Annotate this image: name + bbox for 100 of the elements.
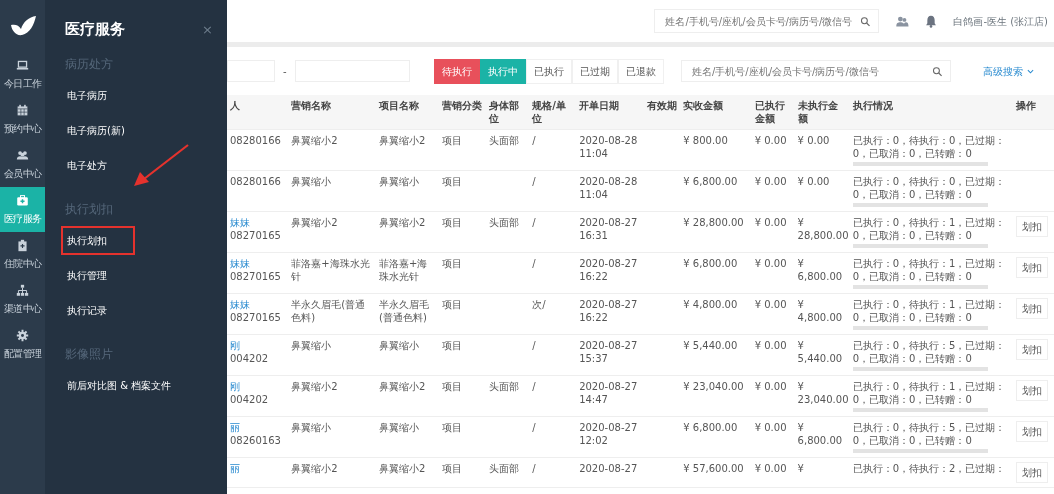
column-header: 规格/单位: [529, 95, 577, 130]
table-cell: 2020-08-27: [576, 457, 644, 488]
deduct-button[interactable]: 划扣: [1016, 298, 1049, 319]
menu-item[interactable]: 电子病历: [61, 80, 113, 110]
customer-number: 004202: [230, 352, 270, 365]
table-cell: 2020-08-27 15:37: [576, 334, 644, 376]
deduct-button[interactable]: 划扣: [1016, 257, 1049, 278]
table-cell: /: [529, 252, 577, 294]
menu-item[interactable]: 执行记录: [61, 295, 113, 325]
deduct-button[interactable]: 划扣: [1016, 421, 1049, 442]
hierarchy-icon: [16, 283, 29, 297]
sidebar-item[interactable]: 会员中心: [0, 142, 45, 187]
table-cell: /: [529, 416, 577, 458]
execution-status-text: 已执行：0，待执行：5，已过期：0，已取消：0，已转赠：0: [852, 339, 1007, 365]
customer-number: 08270165: [230, 229, 282, 242]
table-cell: 头面部: [486, 457, 530, 488]
table-cell: ¥ 0.00: [751, 375, 795, 417]
customer-name-link[interactable]: 丽: [230, 421, 286, 434]
table-cell: 2020-08-27 16:22: [576, 293, 644, 335]
table-cell: 鼻翼缩小: [288, 334, 377, 376]
table-cell: ¥ 0.00: [751, 211, 795, 253]
people-icon: [895, 14, 910, 28]
calendar-icon: [16, 103, 29, 117]
advanced-search-link[interactable]: 高级搜索: [983, 63, 1034, 79]
table-cell: 鼻翼缩小2: [288, 457, 377, 488]
execution-status-text: 已执行：0，待执行：1，已过期：0，已取消：0，已转赠：0: [852, 216, 1007, 242]
table-cell: 2020-08-27 14:47: [576, 375, 644, 417]
deduct-button[interactable]: 划扣: [1016, 380, 1049, 401]
customer-name-link[interactable]: 刚: [230, 380, 286, 393]
customer-name-link[interactable]: 妹妹: [230, 257, 286, 270]
table-cell: 项目: [439, 170, 487, 212]
table-cell: 项目: [439, 129, 487, 171]
table-cell: ¥ 0.00: [751, 416, 795, 458]
sidebar-item[interactable]: 今日工作: [0, 52, 45, 97]
status-filter-tab[interactable]: 已退款: [617, 58, 664, 84]
table-cell: 鼻翼缩小2: [376, 129, 440, 171]
table-cell: /: [529, 129, 577, 171]
date-field[interactable]: [227, 60, 275, 82]
table-cell: 次/: [529, 293, 577, 335]
table-cell: ¥ 5,440.00: [680, 334, 752, 376]
table-cell: ¥: [794, 457, 850, 488]
table-cell: 项目: [439, 252, 487, 294]
table-cell: 鼻翼缩小: [376, 170, 440, 212]
deduct-button[interactable]: 划扣: [1016, 462, 1049, 483]
table-cell: 2020-08-28 11:04: [576, 170, 644, 212]
table-cell: ¥ 0.00: [794, 129, 850, 171]
table-cell: 项目: [439, 293, 487, 335]
leaf-logo-icon: [8, 15, 37, 37]
search-field[interactable]: 姓名/手机号/座机/会员卡号/病历号/微信号: [681, 60, 951, 82]
column-header: 开单日期: [576, 95, 644, 130]
table-cell: /: [529, 334, 577, 376]
bell-icon: [925, 14, 938, 28]
table-cell: ¥ 0.00: [751, 252, 795, 294]
customer-name-link[interactable]: 刚: [230, 339, 286, 352]
execution-status-text: 已执行：0，待执行：5，已过期：0，已取消：0，已转赠：0: [852, 421, 1007, 447]
deduct-button[interactable]: 划扣: [1016, 216, 1049, 237]
deduct-button[interactable]: 划扣: [1016, 339, 1049, 360]
table-cell: 项目: [439, 416, 487, 458]
search-icon: [860, 15, 871, 27]
table-cell: ¥ 6,800.00: [794, 416, 850, 458]
table-cell: 鼻翼缩小2: [376, 211, 440, 253]
column-header: 有效期: [643, 95, 681, 130]
menu-item[interactable]: 执行划扣: [61, 225, 135, 255]
user-name[interactable]: 白鸽画-医生 (张江店): [953, 13, 1048, 29]
customer-number: 08260163: [230, 434, 282, 447]
status-filter-tab[interactable]: 已执行: [525, 58, 572, 84]
menu-item[interactable]: 电子病历(新): [61, 115, 131, 145]
customer-name-link[interactable]: 丽: [230, 462, 286, 475]
table-cell: 项目: [439, 457, 487, 488]
customer-name-link[interactable]: 妹妹: [230, 216, 286, 229]
status-filter-tab[interactable]: 待执行: [433, 58, 480, 84]
table-cell: ¥ 0.00: [751, 170, 795, 212]
medical-kit-icon: [16, 193, 29, 207]
menu-item[interactable]: 执行管理: [61, 260, 113, 290]
table-cell: 半永久眉毛(普通色料): [376, 293, 440, 335]
status-filter-tab[interactable]: 已过期: [571, 58, 618, 84]
panel-title: 医疗服务: [65, 19, 125, 40]
column-header: 操作: [1013, 95, 1054, 130]
execution-status-text: 已执行：0，待执行：0，已过期：0，已取消：0，已转赠：0: [852, 175, 1007, 201]
table-cell: ¥ 0.00: [751, 293, 795, 335]
menu-item[interactable]: 前后对比图 & 档案文件: [61, 370, 178, 400]
menu-item[interactable]: 电子处方: [61, 150, 113, 180]
table-cell: /: [529, 170, 577, 212]
execution-status-text: 已执行：0，待执行：1，已过期：0，已取消：0，已转赠：0: [852, 380, 1007, 406]
people-icon: [16, 148, 29, 162]
sidebar-item[interactable]: 住院中心: [0, 232, 45, 277]
table-cell: 鼻翼缩小: [376, 334, 440, 376]
table-cell: 头面部: [486, 375, 530, 417]
sidebar-item[interactable]: 渠道中心: [0, 277, 45, 322]
sidebar-item[interactable]: 预约中心: [0, 97, 45, 142]
customer-name-link[interactable]: 妹妹: [230, 298, 286, 311]
table-cell: ¥ 4,800.00: [794, 293, 850, 335]
table-cell: 鼻翼缩小2: [376, 457, 440, 488]
sidebar-item[interactable]: 配置管理: [0, 322, 45, 367]
date-separator: -: [283, 64, 287, 79]
customer-number: 004202: [230, 393, 270, 406]
search-field[interactable]: 姓名/手机号/座机/会员卡号/病历号/微信号: [654, 9, 880, 33]
clipboard-icon: [16, 238, 29, 252]
table-cell: 2020-08-27 16:22: [576, 252, 644, 294]
table-cell: ¥ 6,800.00: [680, 252, 752, 294]
